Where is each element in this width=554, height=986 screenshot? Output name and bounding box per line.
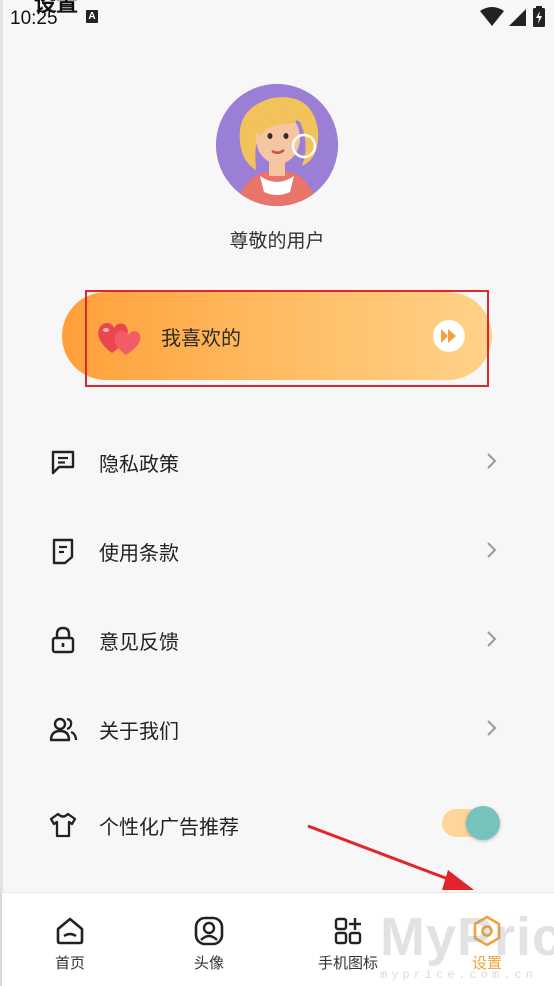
menu-item-terms-of-use[interactable]: 使用条款: [0, 520, 554, 580]
menu-label: 隐私政策: [99, 452, 179, 476]
apps-icon: [334, 917, 362, 945]
menu-item-about-us[interactable]: 关于我们: [0, 698, 554, 758]
document-icon: [52, 538, 74, 565]
cartoon-girl-avatar-image: [216, 84, 338, 206]
menu-label: 个性化广告推荐: [99, 815, 239, 839]
wifi-icon: [480, 7, 504, 26]
signal-icon: [509, 9, 526, 26]
lock-icon: [51, 626, 75, 654]
profile-avatar[interactable]: [216, 84, 338, 206]
avatar-icon: [194, 916, 224, 946]
tab-label: 头像: [193, 954, 224, 972]
tab-avatar[interactable]: 头像: [154, 893, 264, 986]
toggle-knob: [466, 806, 500, 840]
menu-label: 意见反馈: [99, 630, 179, 654]
tab-home[interactable]: 首页: [15, 893, 125, 986]
menu-label: 关于我们: [99, 719, 179, 743]
notification-icon: A: [86, 10, 98, 23]
status-time: 10:25: [10, 8, 58, 29]
home-icon: [56, 917, 84, 945]
menu-label: 使用条款: [99, 541, 179, 565]
tshirt-icon: [49, 812, 77, 838]
watermark-url: myprice.com.cn: [380, 968, 537, 982]
chevron-right-icon: [487, 453, 497, 469]
message-square-icon: [51, 450, 75, 475]
watermark: MyPrice: [380, 907, 554, 967]
battery-charging-icon: [533, 6, 545, 27]
users-icon: [49, 717, 78, 742]
tab-label: 首页: [54, 954, 85, 972]
chevron-right-icon: [487, 720, 497, 736]
annotation-highlight-box: [85, 290, 489, 387]
username: 尊敬的用户: [229, 230, 325, 252]
personalized-ads-toggle[interactable]: [442, 806, 500, 840]
menu-item-privacy-policy[interactable]: 隐私政策: [0, 431, 554, 491]
status-bar: 设置 10:25 A: [0, 0, 554, 36]
chevron-right-icon: [487, 631, 497, 647]
status-icons: [480, 6, 546, 28]
menu-item-feedback[interactable]: 意见反馈: [0, 609, 554, 669]
chevron-right-icon: [487, 542, 497, 558]
